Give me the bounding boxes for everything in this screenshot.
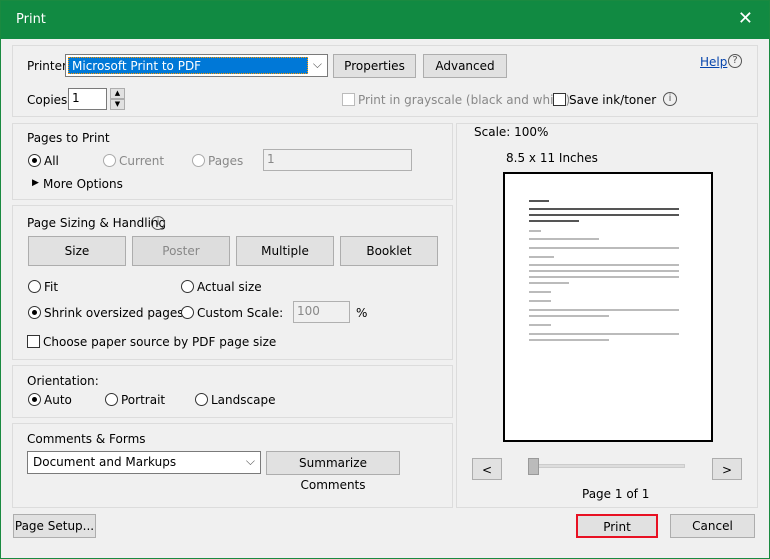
booklet-button[interactable]: Booklet (340, 236, 438, 266)
copies-label: Copies: (27, 93, 72, 107)
actual-size-radio[interactable] (181, 280, 194, 293)
multiple-button[interactable]: Multiple (236, 236, 334, 266)
cancel-button[interactable]: Cancel (670, 514, 755, 538)
grayscale-label: Print in grayscale (black and white) (358, 93, 571, 107)
close-icon[interactable]: ✕ (738, 8, 753, 29)
size-button[interactable]: Size (28, 236, 126, 266)
shrink-radio[interactable] (28, 306, 41, 319)
all-label: All (44, 154, 59, 168)
pages-label: Pages (208, 154, 244, 168)
copies-input[interactable]: 1 (68, 88, 107, 110)
current-radio[interactable] (103, 154, 116, 167)
page-preview (503, 172, 713, 442)
paper-source-checkbox[interactable] (27, 335, 40, 348)
page-slider-track[interactable] (531, 464, 685, 468)
comments-select[interactable]: Document and Markups ⌵ (27, 451, 261, 474)
expand-triangle-icon[interactable]: ▶ (32, 178, 39, 188)
page-info: Page 1 of 1 (582, 487, 650, 501)
info-icon[interactable]: i (663, 92, 677, 106)
percent-label: % (356, 306, 368, 320)
current-label: Current (119, 154, 165, 168)
actual-size-label: Actual size (197, 280, 262, 294)
custom-scale-radio[interactable] (181, 306, 194, 319)
pages-input[interactable]: 1 (263, 149, 412, 171)
chevron-down-icon: ⌵ (312, 57, 322, 71)
fit-label: Fit (44, 280, 59, 294)
printer-value: Microsoft Print to PDF (68, 57, 308, 74)
save-ink-checkbox[interactable] (553, 93, 566, 106)
all-radio[interactable] (28, 154, 41, 167)
custom-scale-input[interactable]: 100 (293, 301, 350, 323)
orientation-title: Orientation: (27, 374, 99, 388)
chevron-down-icon: ⌵ (245, 454, 255, 468)
grayscale-checkbox[interactable] (342, 93, 355, 106)
poster-button[interactable]: Poster (132, 236, 230, 266)
help-icon[interactable]: ? (728, 54, 742, 68)
scale-label: Scale: 100% (474, 125, 549, 139)
properties-button[interactable]: Properties (333, 54, 416, 78)
save-ink-label: Save ink/toner (569, 93, 657, 107)
printer-select[interactable]: Microsoft Print to PDF ⌵ (65, 54, 328, 77)
page-slider-thumb[interactable] (528, 458, 539, 475)
comments-title: Comments & Forms (27, 432, 146, 446)
paper-size-label: 8.5 x 11 Inches (506, 151, 598, 165)
copies-down-button[interactable]: ▼ (110, 99, 125, 110)
window-title: Print (16, 12, 46, 27)
copies-up-button[interactable]: ▲ (110, 88, 125, 99)
previous-page-button[interactable]: < (472, 458, 502, 480)
title-bar: Print ✕ (1, 1, 769, 39)
shrink-label: Shrink oversized pages (44, 306, 184, 320)
info-icon[interactable]: i (151, 216, 165, 230)
pages-radio[interactable] (192, 154, 205, 167)
auto-label: Auto (44, 393, 72, 407)
help-link[interactable]: Help (700, 55, 727, 69)
page-setup-button[interactable]: Page Setup... (13, 514, 96, 538)
advanced-button[interactable]: Advanced (423, 54, 507, 78)
auto-radio[interactable] (28, 393, 41, 406)
portrait-radio[interactable] (105, 393, 118, 406)
print-button[interactable]: Print (576, 514, 658, 538)
summarize-comments-button[interactable]: Summarize Comments (266, 451, 400, 492)
pages-title: Pages to Print (27, 131, 110, 145)
fit-radio[interactable] (28, 280, 41, 293)
next-page-button[interactable]: > (712, 458, 742, 480)
more-options-toggle[interactable]: More Options (43, 177, 123, 191)
sizing-title: Page Sizing & Handling (27, 216, 167, 230)
landscape-label: Landscape (211, 393, 276, 407)
portrait-label: Portrait (121, 393, 166, 407)
paper-source-label: Choose paper source by PDF page size (43, 335, 277, 349)
orientation-panel (12, 365, 453, 418)
print-dialog: Print ✕ Printer: Microsoft Print to PDF … (0, 0, 770, 559)
landscape-radio[interactable] (195, 393, 208, 406)
custom-scale-label: Custom Scale: (197, 306, 284, 320)
comments-value: Document and Markups (33, 455, 177, 469)
